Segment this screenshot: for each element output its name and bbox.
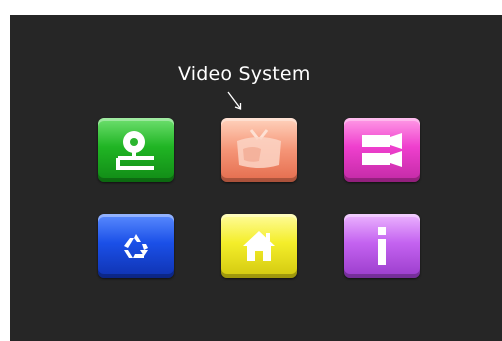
menu-tile-disc[interactable] — [98, 118, 174, 182]
recycle-icon — [124, 234, 148, 258]
selected-item-label: Video System — [178, 63, 311, 85]
info-icon — [378, 227, 386, 265]
menu-tile-recycle[interactable] — [98, 214, 174, 278]
menu-tile-home[interactable] — [221, 214, 297, 278]
tv-icon — [237, 129, 281, 168]
disc-player-icon — [116, 131, 154, 170]
menu-tile-video-system[interactable] — [221, 118, 297, 182]
pointer-arrow-icon — [227, 91, 242, 110]
video-camera-icon — [362, 133, 402, 167]
menu-screen: Video System — [10, 15, 502, 341]
menu-tile-video[interactable] — [344, 118, 420, 182]
home-icon — [243, 231, 275, 261]
menu-tile-info[interactable] — [344, 214, 420, 278]
